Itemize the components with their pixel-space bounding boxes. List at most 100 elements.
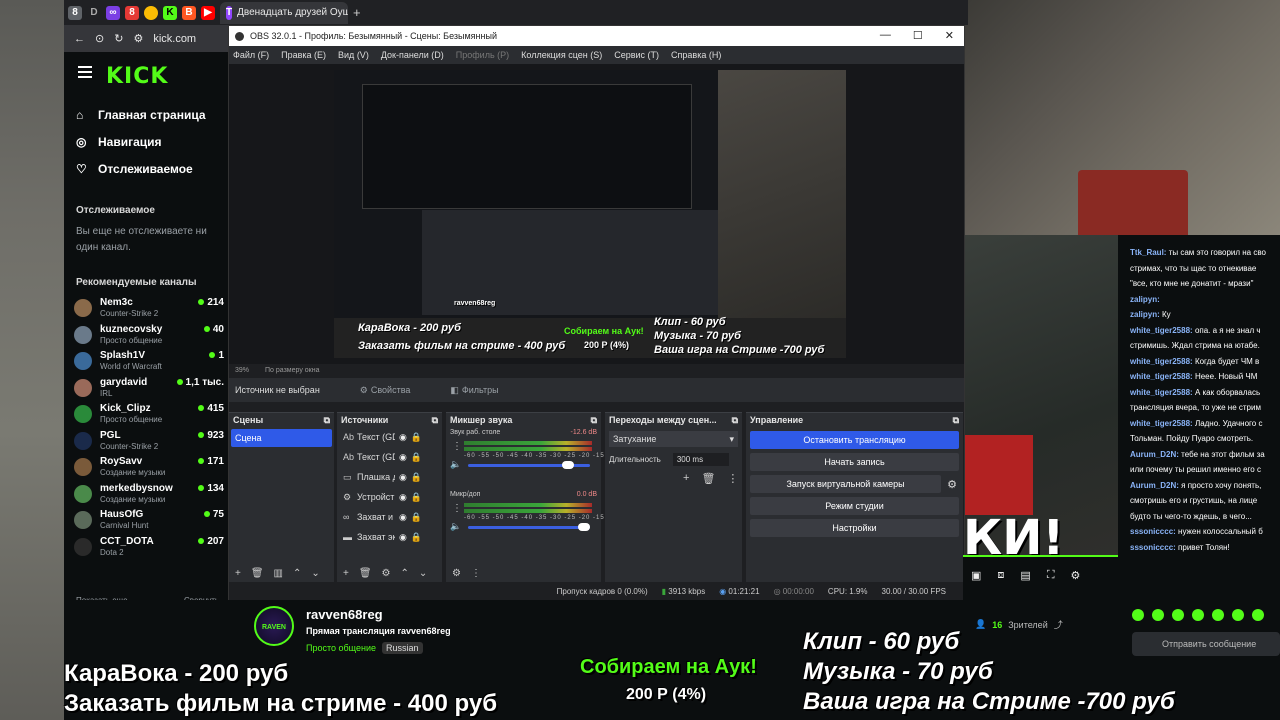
lock-icon[interactable]: 🔒	[411, 432, 422, 443]
start-recording-button[interactable]: Начать запись	[750, 453, 959, 471]
menu-item[interactable]: Справка (H)	[671, 50, 721, 60]
more-icon[interactable]: ⋮	[727, 472, 738, 485]
channel-item[interactable]: kuznecovsky Просто общение 40	[74, 324, 224, 348]
menu-icon[interactable]	[78, 66, 92, 78]
emote-icon[interactable]	[1172, 609, 1184, 621]
volume-slider[interactable]	[468, 523, 590, 531]
source-item[interactable]: ∞ Захват и ◉ 🔒	[337, 507, 442, 527]
gear-icon[interactable]: ⚙	[1071, 569, 1081, 582]
filter-icon[interactable]: ▥	[274, 568, 283, 579]
emote-icon[interactable]	[1152, 609, 1164, 621]
chat-username[interactable]: Aurum_D2N:	[1130, 450, 1179, 459]
more-icon[interactable]: ⋮	[452, 503, 462, 514]
studio-mode-button[interactable]: Режим студии	[750, 497, 959, 515]
transition-select[interactable]: Затухание ▾	[609, 431, 738, 447]
close-icon[interactable]: ✕	[945, 29, 954, 42]
source-item[interactable]: Ab Текст (GD ◉ 🔒	[337, 447, 442, 467]
nav-home[interactable]: ⌂ Главная страница	[76, 108, 206, 122]
lock-icon[interactable]: 🔒	[411, 492, 422, 503]
emote-icon[interactable]	[1252, 609, 1264, 621]
url-field[interactable]: kick.com	[153, 33, 196, 45]
channel-item[interactable]: PGL Counter-Strike 2 923	[74, 430, 224, 454]
pip-icon[interactable]: ⧈	[997, 569, 1004, 582]
trash-icon[interactable]: 🗑	[701, 472, 715, 485]
kick-logo[interactable]: KICK	[106, 64, 168, 89]
tab-icon[interactable]: ∞	[106, 5, 120, 20]
minimize-icon[interactable]: —	[880, 29, 891, 42]
obs-preview[interactable]: КараВока - 200 руб Заказать фильм на стр…	[229, 64, 964, 364]
menu-item[interactable]: Док-панели (D)	[381, 50, 444, 60]
filters-button[interactable]: ◧ Фильтры	[450, 385, 498, 396]
duration-input[interactable]: 300 ms	[672, 453, 729, 466]
up-icon[interactable]: ⌃	[401, 568, 409, 579]
trash-icon[interactable]: 🗑	[359, 568, 372, 579]
eye-icon[interactable]: ◉	[399, 532, 407, 543]
menu-item[interactable]: Сервис (T)	[614, 50, 659, 60]
fullscreen-icon[interactable]: ⛶	[1047, 569, 1055, 582]
eye-icon[interactable]: ◉	[399, 452, 407, 463]
more-icon[interactable]: ⋮	[471, 568, 481, 579]
down-icon[interactable]: ⌄	[419, 568, 427, 579]
chat-username[interactable]: Ttk_Raul:	[1130, 248, 1166, 257]
more-icon[interactable]: ⋮	[452, 441, 462, 452]
avatar[interactable]: RAVEN	[254, 606, 294, 646]
dock-float-icon[interactable]: ⧉	[732, 415, 738, 425]
dock-float-icon[interactable]: ⧉	[953, 415, 959, 425]
up-icon[interactable]: ⌃	[293, 568, 301, 579]
tab-icon[interactable]: D	[87, 5, 101, 20]
eye-icon[interactable]: ◉	[399, 472, 407, 483]
gear-icon[interactable]: ⚙	[452, 568, 461, 579]
reload-icon[interactable]: ↻	[114, 32, 123, 45]
tab-icon[interactable]: 8	[68, 5, 82, 20]
channel-item[interactable]: Kick_Clipz Просто общение 415	[74, 403, 224, 427]
chat-username[interactable]: zalipyn:	[1130, 310, 1160, 319]
channel-name[interactable]: ravven68reg	[306, 607, 383, 622]
theater-icon[interactable]: ▣	[971, 569, 981, 582]
dock-float-icon[interactable]: ⧉	[591, 415, 597, 425]
lock-icon[interactable]: 🔒	[411, 532, 422, 543]
tab-icon[interactable]: B	[182, 5, 196, 20]
add-icon[interactable]: +	[683, 472, 689, 485]
virtual-camera-button[interactable]: Запуск виртуальной камеры	[750, 475, 942, 493]
tab-icon[interactable]: K	[163, 5, 177, 20]
dock-float-icon[interactable]: ⧉	[324, 415, 330, 425]
channel-item[interactable]: merkedbysnow Создание музыки 134	[74, 483, 224, 507]
chat-username[interactable]: sssonicccc:	[1130, 543, 1176, 552]
gear-icon[interactable]: ⚙	[382, 568, 391, 579]
chat-username[interactable]: white_tiger2588:	[1130, 357, 1193, 366]
gear-icon[interactable]: ⚙	[947, 478, 957, 491]
chat-username[interactable]: white_tiger2588:	[1130, 419, 1193, 428]
zoom-mode[interactable]: По размеру окна	[265, 367, 319, 374]
source-item[interactable]: Ab Текст (GD ◉ 🔒	[337, 427, 442, 447]
speaker-icon[interactable]: 🔈	[450, 459, 461, 470]
channel-item[interactable]: garydavid IRL 1,1 тыс.	[74, 377, 224, 401]
emote-icon[interactable]	[1212, 609, 1224, 621]
chat-username[interactable]: Aurum_D2N:	[1130, 481, 1179, 490]
emote-icon[interactable]	[1192, 609, 1204, 621]
zoom-level[interactable]: 39%	[235, 367, 249, 374]
channel-item[interactable]: Nem3c Counter-Strike 2 214	[74, 297, 224, 321]
scene-item[interactable]: Сцена	[231, 429, 332, 447]
back-icon[interactable]: ←	[74, 33, 85, 45]
maximize-icon[interactable]: ☐	[913, 29, 923, 42]
eye-icon[interactable]: ◉	[399, 432, 407, 443]
add-icon[interactable]: +	[235, 568, 241, 579]
channel-item[interactable]: CCT_DOTA Dota 2 207	[74, 536, 224, 560]
new-tab-icon[interactable]: +	[353, 5, 361, 20]
eye-icon[interactable]: ◉	[399, 512, 407, 523]
down-icon[interactable]: ⌄	[311, 568, 319, 579]
chat-username[interactable]: sssonicccc:	[1130, 527, 1176, 536]
menu-item[interactable]: Вид (V)	[338, 50, 369, 60]
chat-username[interactable]: zalipyn:	[1130, 295, 1160, 304]
channel-item[interactable]: HausOfG Carnival Hunt 75	[74, 509, 224, 533]
lock-icon[interactable]: 🔒	[411, 452, 422, 463]
chat-input[interactable]: Отправить сообщение	[1132, 632, 1280, 656]
source-item[interactable]: ▭ Плашка д ◉ 🔒	[337, 467, 442, 487]
captions-icon[interactable]: ▤	[1020, 569, 1030, 582]
slider-knob[interactable]	[578, 523, 590, 531]
lock-icon[interactable]: 🔒	[411, 472, 422, 483]
settings-button[interactable]: Настройки	[750, 519, 959, 537]
chat-username[interactable]: white_tiger2588:	[1130, 388, 1193, 397]
slider-knob[interactable]	[561, 461, 574, 469]
site-info-icon[interactable]: ⚙	[133, 32, 143, 45]
